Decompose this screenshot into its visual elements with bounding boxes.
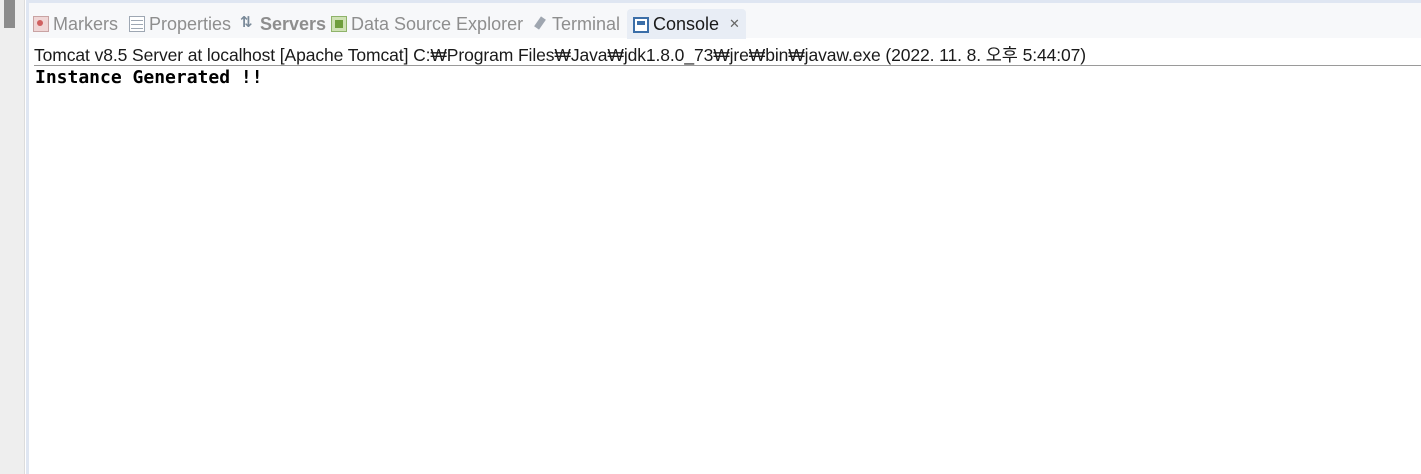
console-view: Markers Properties Servers Data Source E… xyxy=(29,0,1421,474)
tab-servers[interactable]: Servers xyxy=(240,9,326,39)
tab-label: Servers xyxy=(260,13,327,34)
servers-icon xyxy=(240,13,256,32)
tab-label: Console xyxy=(653,13,720,34)
gutter-scroll-thumb[interactable] xyxy=(4,0,15,28)
view-tab-bar: Markers Properties Servers Data Source E… xyxy=(29,0,1421,39)
properties-icon xyxy=(129,16,145,32)
tab-markers[interactable]: Markers xyxy=(33,9,118,39)
tab-label: Markers xyxy=(53,13,119,34)
tab-label: Terminal xyxy=(552,13,621,34)
tab-terminal[interactable]: Terminal xyxy=(532,9,620,39)
markers-icon xyxy=(33,16,49,32)
tab-label: Data Source Explorer xyxy=(351,13,524,34)
console-output-text[interactable]: Instance Generated !! xyxy=(35,67,263,88)
left-gutter xyxy=(0,0,25,474)
console-process-header: Tomcat v8.5 Server at localhost [Apache … xyxy=(34,45,1086,65)
data-source-icon xyxy=(331,16,347,32)
tab-data-source-explorer[interactable]: Data Source Explorer xyxy=(331,9,523,39)
close-icon[interactable]: ✕ xyxy=(729,16,740,32)
tab-console[interactable]: Console ✕ xyxy=(627,9,746,39)
tab-label: Properties xyxy=(149,13,232,34)
header-divider xyxy=(34,65,1421,66)
terminal-icon xyxy=(532,16,548,32)
console-icon xyxy=(633,17,649,33)
tab-properties[interactable]: Properties xyxy=(129,9,231,39)
